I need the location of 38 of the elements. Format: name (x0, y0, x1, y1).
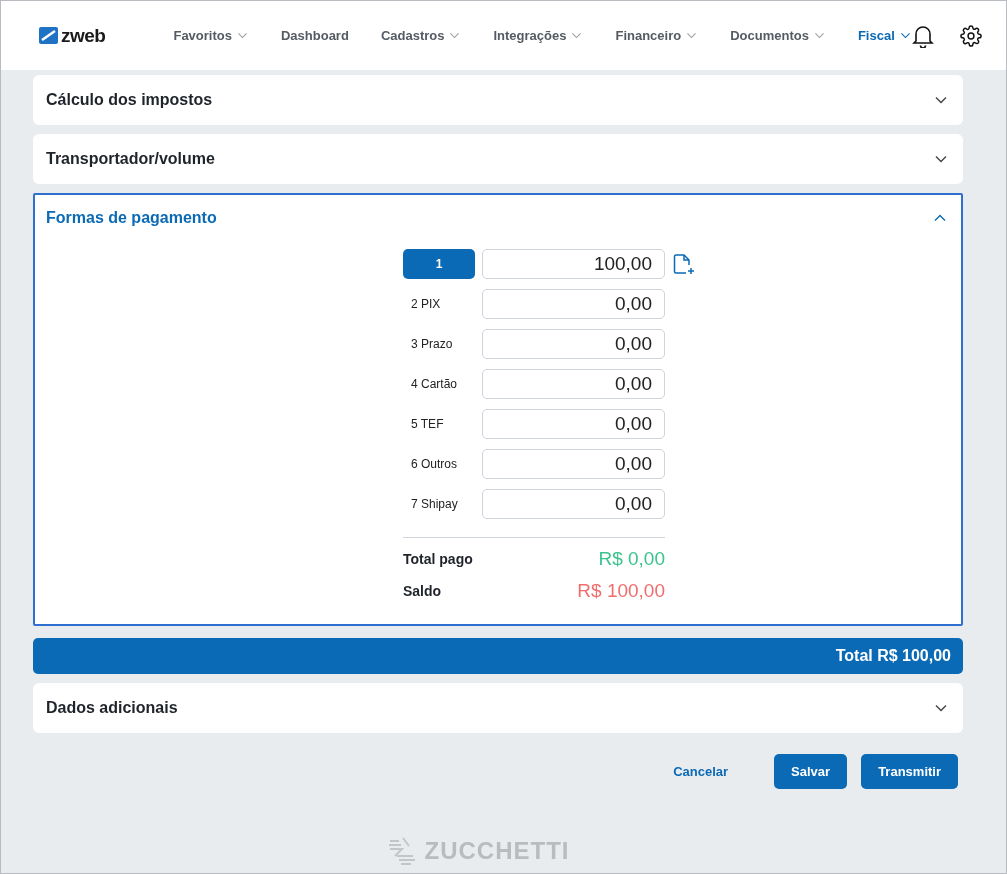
bell-icon[interactable] (912, 23, 934, 48)
payment-method-label: 7 Shipay (410, 497, 459, 511)
amount-field[interactable]: 0,00 (482, 489, 665, 519)
total-label: Saldo (403, 583, 443, 599)
total-bar: Total R$ 100,00 (33, 638, 963, 674)
section-title[interactable]: Cálculo dos impostos (46, 91, 213, 109)
payment-method-button[interactable]: 1 (403, 249, 475, 279)
amount-field[interactable]: 0,00 (482, 449, 665, 479)
section-title[interactable]: Formas de pagamento (46, 209, 217, 227)
add-document-icon[interactable] (672, 252, 695, 276)
section-title[interactable]: Dados adicionais (46, 699, 178, 717)
amount-field[interactable]: 0,00 (482, 409, 665, 439)
nav-menu-item[interactable]: Cadastros (380, 28, 462, 43)
nav-menu-item[interactable]: Fiscal (857, 28, 912, 43)
action-button[interactable]: Transmitir (861, 754, 958, 789)
amount-field[interactable]: 0,00 (482, 289, 665, 319)
nav-menu-item[interactable]: Financeiro (615, 28, 699, 43)
settings-icon[interactable] (960, 24, 982, 47)
cancel-link[interactable]: Cancelar (656, 754, 746, 789)
action-button[interactable]: Salvar (774, 754, 848, 789)
total-label: Total pago (403, 551, 474, 567)
payment-method-label: 3 Prazo (410, 337, 454, 351)
payment-method-label: 4 Cartão (410, 377, 459, 391)
logo-icon (39, 27, 58, 44)
total-value: R$ 0,00 (597, 548, 665, 570)
payment-method-label: 5 TEF (410, 417, 445, 431)
nav-menu-item[interactable]: Integrações (493, 28, 584, 43)
payment-method-label: 6 Outros (410, 457, 459, 471)
payment-method-label: 2 PIX (410, 297, 442, 311)
amount-field[interactable]: 0,00 (482, 329, 665, 359)
nav-menu-item[interactable]: Favoritos (173, 28, 249, 43)
total-value: R$ 100,00 (576, 580, 665, 602)
amount-field[interactable]: 0,00 (482, 369, 665, 399)
amount-field[interactable]: 100,00 (482, 249, 665, 279)
nav-menu-item[interactable]: Dashboard (280, 28, 349, 43)
logo-text: zweb (61, 24, 106, 47)
section-title[interactable]: Transportador/volume (46, 150, 215, 168)
nav-menu-item[interactable]: Documentos (730, 28, 826, 43)
